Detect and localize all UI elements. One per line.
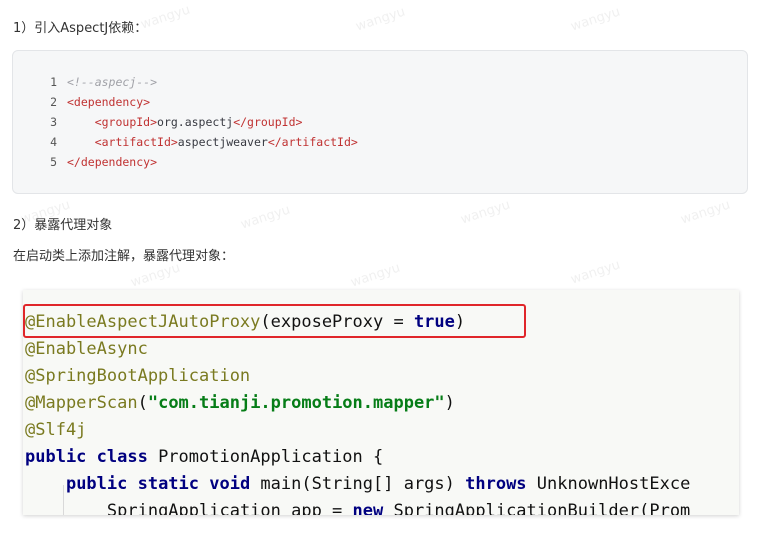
code-line: 2 <dependency> [13, 92, 150, 112]
line-number: 1 [50, 75, 57, 89]
annotation: @Slf4j [25, 420, 87, 440]
annotation: @MapperScan [25, 393, 138, 413]
xml-tag: <artifactId> [94, 135, 178, 149]
section2-heading: 2）暴露代理对象 [13, 218, 113, 233]
code-line: @SpringBootApplication [25, 363, 250, 390]
keyword: true [413, 312, 455, 332]
watermark: wangyu [678, 197, 733, 228]
watermark: wangyu [128, 260, 183, 291]
watermark: wangyu [568, 257, 623, 288]
keyword: public static void [65, 474, 251, 494]
string-literal: "com.tianji.promotion.mapper" [147, 393, 445, 413]
xml-value: org.aspectj [157, 115, 234, 129]
line-number: 4 [50, 135, 57, 149]
xml-value: aspectjweaver [177, 135, 268, 149]
keyword: public class [25, 447, 148, 467]
watermark: wangyu [353, 4, 408, 35]
watermark: wangyu [238, 202, 293, 233]
xml-tag: </artifactId> [267, 135, 358, 149]
annotation: @EnableAsync [25, 339, 148, 359]
xml-tag: </dependency> [67, 155, 158, 169]
statement: SpringApplicationBuilder(Prom [383, 501, 691, 515]
line-number: 5 [50, 155, 57, 169]
code-line: @Slf4j [25, 417, 86, 444]
keyword: throws [465, 474, 527, 494]
annotation-args-close: ) [454, 312, 466, 332]
xml-comment: <!--aspecj--> [67, 75, 158, 89]
section2-description: 在启动类上添加注解，暴露代理对象： [13, 249, 235, 264]
code-line: 1 <!--aspecj--> [13, 72, 157, 92]
annotation: @EnableAspectJAutoProxy [25, 312, 261, 332]
code-line: SpringApplication app = new SpringApplic… [25, 498, 690, 515]
xml-tag: <dependency> [67, 95, 151, 109]
keyword: new [352, 501, 384, 515]
code-line: public static void main(String[] args) t… [25, 471, 690, 498]
code-block-dependency: 1 <!--aspecj--> 2 <dependency> 3 <groupId>… [12, 50, 748, 194]
code-line: @MapperScan("com.tianji.promotion.mapper… [25, 390, 455, 417]
code-line: 3 <groupId>org.aspectj</groupId> [13, 112, 302, 132]
indent-guide [63, 485, 64, 515]
code-line: @EnableAsync [25, 336, 148, 363]
method-signature: main(String[] args) [250, 474, 466, 494]
line-number: 3 [50, 115, 57, 129]
paren: ) [444, 393, 455, 413]
watermark: wangyu [458, 197, 513, 228]
watermark: wangyu [348, 260, 403, 291]
xml-tag: </groupId> [233, 115, 303, 129]
code-line: 4 <artifactId>aspectjweaver</artifactId> [13, 132, 358, 152]
watermark: wangyu [568, 4, 623, 35]
annotation-args: (exposeProxy = [260, 312, 414, 332]
statement: SpringApplication app = [106, 501, 353, 515]
paren: ( [137, 393, 148, 413]
annotation: @SpringBootApplication [25, 366, 251, 386]
code-line: 5 </dependency> [13, 152, 157, 172]
code-screenshot: @EnableAspectJAutoProxy(exposeProxy = tr… [23, 290, 739, 515]
code-line: @EnableAspectJAutoProxy(exposeProxy = tr… [25, 309, 465, 336]
code-line: public class PromotionApplication { [25, 444, 383, 471]
line-number: 2 [50, 95, 57, 109]
section1-heading: 1）引入AspectJ依赖： [13, 21, 148, 36]
xml-tag: <groupId> [94, 115, 158, 129]
class-declaration: PromotionApplication { [147, 447, 384, 467]
exception-type: UnknownHostExce [526, 474, 691, 494]
